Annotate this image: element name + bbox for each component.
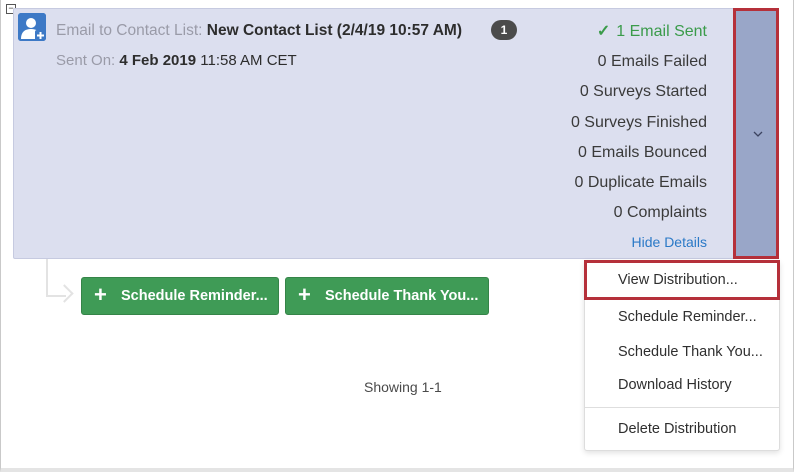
stat-duplicate-emails: 0 Duplicate Emails [574,173,708,191]
stat-emails-sent: ✓ 1 Email Sent [571,21,707,51]
schedule-thank-you-button[interactable]: + Schedule Thank You... [285,277,489,315]
distribution-type-label: Email to Contact List: [56,22,203,39]
plus-icon: + [298,282,311,307]
menu-item-schedule-thank-you[interactable]: Schedule Thank You... [585,335,779,369]
stat-surveys-finished: 0 Surveys Finished [570,113,707,131]
sent-date: 4 Feb 2019 [119,52,197,69]
contact-list-name: New Contact List (2/4/19 10:57 AM) [206,22,463,39]
actions-dropdown-toggle[interactable] [733,8,779,259]
count-badge: 1 [491,20,517,40]
hide-details-link[interactable]: Hide Details [571,231,707,253]
plus-icon: + [94,282,107,307]
contact-add-icon [18,13,46,41]
sent-on-label: Sent On: [56,52,116,69]
check-icon: ✓ [596,23,611,40]
stat-surveys-started: 0 Surveys Started [579,83,707,101]
menu-item-schedule-reminder[interactable]: Schedule Reminder... [585,300,779,334]
schedule-reminder-button[interactable]: + Schedule Reminder... [81,277,279,315]
menu-item-view-distribution[interactable]: View Distribution... [584,260,780,300]
connector-line [46,259,48,297]
menu-divider [585,407,779,408]
sent-time: 11:58 AM CET [200,52,297,69]
sent-on-line: Sent On: 4 Feb 2019 11:58 AM CET [56,52,297,69]
chevron-down-icon [753,127,763,141]
distribution-title: Email to Contact List: New Contact List … [56,22,462,40]
distribution-stats: ✓ 1 Email Sent 0 Emails Failed 0 Surveys … [571,21,707,253]
actions-dropdown-menu: View Distribution... Schedule Reminder..… [584,260,780,451]
menu-item-download-history[interactable]: Download History [585,368,779,402]
stat-emails-bounced: 0 Emails Bounced [578,143,707,161]
stat-emails-failed: 0 Emails Failed [597,53,707,71]
schedule-thank-you-label: Schedule Thank You... [325,288,479,304]
pagination-showing: Showing 1-1 [364,379,442,395]
stat-complaints: 0 Complaints [613,204,707,222]
menu-item-delete-distribution[interactable]: Delete Distribution [585,412,779,446]
schedule-reminder-label: Schedule Reminder... [121,288,268,304]
